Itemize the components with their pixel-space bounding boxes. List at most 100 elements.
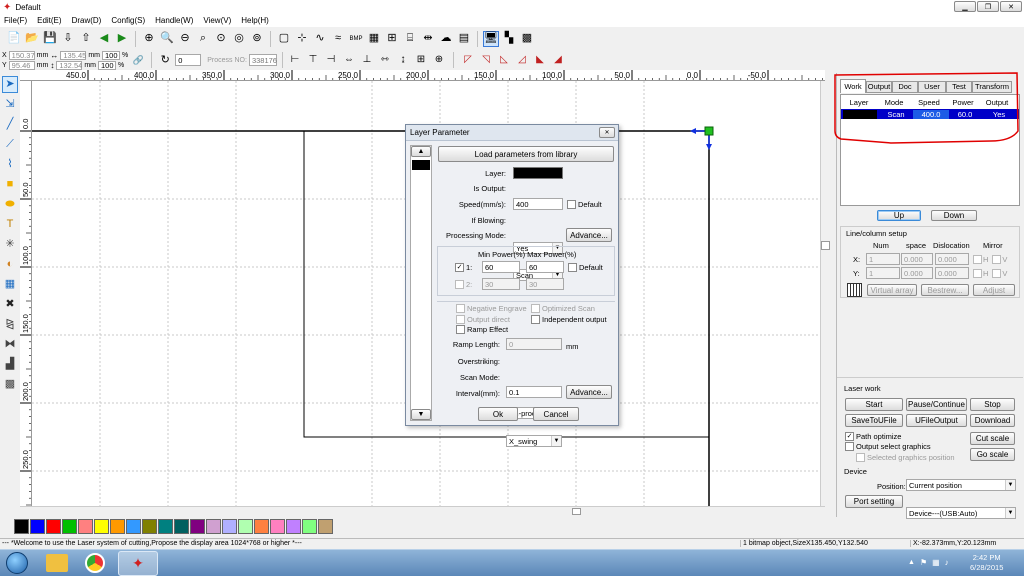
bitmap-tool-icon[interactable]: ◐ <box>2 256 18 273</box>
palette-color-swatch[interactable] <box>254 518 269 534</box>
corner-br-icon[interactable]: ◿ <box>515 52 529 68</box>
corner-bl-icon[interactable]: ◺ <box>497 52 511 68</box>
menu-item-5[interactable]: View(V) <box>203 16 231 25</box>
x-mirror-v-checkbox[interactable] <box>992 255 1002 264</box>
interval-field[interactable]: 0.1 <box>506 386 562 398</box>
smooth-icon[interactable]: ≈ <box>330 31 346 47</box>
curve-icon[interactable]: ∿ <box>312 31 328 47</box>
layer-down-arrow-icon[interactable]: ▼ <box>411 409 431 420</box>
grid-array-icon[interactable]: ▦ <box>2 276 18 293</box>
y-space-field[interactable]: 0.000 <box>901 267 933 279</box>
laser-head-icon[interactable]: ☁ <box>438 31 454 47</box>
y-mirror-h-checkbox[interactable] <box>973 269 982 278</box>
y-dislocation-field[interactable]: 0.000 <box>935 267 969 279</box>
layer-tool-icon[interactable]: ▟ <box>2 356 18 373</box>
array-grid-icon[interactable] <box>847 283 862 297</box>
same-height-icon[interactable]: ↨ <box>396 52 410 68</box>
ufile-output-button[interactable]: UFileOutput <box>906 414 967 427</box>
text-icon[interactable]: T <box>2 216 18 233</box>
zoom-window-icon[interactable]: ⌕ <box>195 31 211 47</box>
palette-color-swatch[interactable] <box>30 518 45 534</box>
zoom-in-2-icon[interactable]: 🔍 <box>159 31 175 47</box>
scan-advance-button[interactable]: Advance... <box>566 385 612 399</box>
x-num-field[interactable]: 1 <box>866 253 900 265</box>
zoom-in-icon[interactable]: ⊕ <box>141 31 157 47</box>
align-icon[interactable]: ⌸ <box>402 31 418 47</box>
corner-br2-icon[interactable]: ◢ <box>551 52 565 68</box>
palette-color-swatch[interactable] <box>270 518 285 534</box>
undo-icon[interactable]: ◀ <box>96 31 112 47</box>
x-mirror-h-checkbox[interactable] <box>973 255 982 264</box>
power-1-checkbox[interactable]: ✓ <box>455 263 464 272</box>
select-arrow-icon[interactable]: ➤ <box>2 76 18 93</box>
independent-output-checkbox[interactable] <box>531 315 540 324</box>
ramp-effect-checkbox[interactable] <box>456 325 465 334</box>
node-select-icon[interactable]: ⇲ <box>2 96 18 113</box>
align-center-icon[interactable]: ⊣ <box>324 52 338 68</box>
ellipse-icon[interactable]: ⬬ <box>2 196 18 213</box>
scan-mode-select[interactable]: X_swing ▼ <box>506 435 562 447</box>
y-mirror-v-checkbox[interactable] <box>992 269 1002 278</box>
rotate-icon[interactable]: ↻ <box>157 52 173 68</box>
load-parameters-button[interactable]: Load parameters from library <box>438 146 614 162</box>
align-left-icon[interactable]: ⊢ <box>288 52 302 68</box>
scale-h-field[interactable]: 100 <box>98 60 117 70</box>
minimize-button[interactable]: ▁ <box>954 1 976 12</box>
polyline-icon[interactable]: ⟋ <box>2 136 18 153</box>
mirror-v-icon[interactable]: ⧓ <box>2 336 18 353</box>
menu-item-1[interactable]: Edit(E) <box>37 16 61 25</box>
palette-color-swatch[interactable] <box>222 518 237 534</box>
port-setting-button[interactable]: Port setting <box>845 495 903 508</box>
network-icon[interactable]: ▦ <box>932 558 940 567</box>
output-select-checkbox[interactable] <box>845 442 854 451</box>
save-to-ufile-button[interactable]: SaveToUFile <box>845 414 903 427</box>
tray-up-arrow-icon[interactable]: ▲ <box>908 559 915 566</box>
palette-color-swatch[interactable] <box>238 518 253 534</box>
max-power-2-field[interactable]: 30 <box>526 278 564 290</box>
virtual-array-button[interactable]: Virtual array <box>867 284 917 296</box>
zoom-all-icon[interactable]: ⊚ <box>249 31 265 47</box>
palette-color-swatch[interactable] <box>318 518 333 534</box>
min-power-1-field[interactable]: 60 <box>482 261 520 273</box>
menu-item-3[interactable]: Config(S) <box>111 16 145 25</box>
palette-color-swatch[interactable] <box>78 518 93 534</box>
x-position-field[interactable]: 150.37 <box>8 50 35 60</box>
min-power-2-field[interactable]: 30 <box>482 278 520 290</box>
menu-item-6[interactable]: Help(H) <box>241 16 269 25</box>
redo-icon[interactable]: ▶ <box>114 31 130 47</box>
palette-color-swatch[interactable] <box>286 518 301 534</box>
close-window-button[interactable]: ✕ <box>1000 1 1022 12</box>
palette-color-swatch[interactable] <box>126 518 141 534</box>
palette-color-swatch[interactable] <box>110 518 125 534</box>
up-button[interactable]: Up <box>877 210 921 221</box>
align-top-icon[interactable]: ⊤ <box>306 52 320 68</box>
bestrew-button[interactable]: Bestrew... <box>921 284 969 296</box>
import-icon[interactable]: ⇩ <box>60 31 76 47</box>
speed-field[interactable]: 400 <box>513 198 563 210</box>
zoom-out-icon[interactable]: ⊖ <box>177 31 193 47</box>
corner-bl2-icon[interactable]: ◣ <box>533 52 547 68</box>
taskbar-clock[interactable]: 2:42 PM 6/28/2015 <box>970 553 1003 573</box>
menu-item-2[interactable]: Draw(D) <box>72 16 102 25</box>
x-dislocation-field[interactable]: 0.000 <box>935 253 969 265</box>
y-num-field[interactable]: 1 <box>866 267 900 279</box>
flag-icon[interactable]: ⚑ <box>920 558 927 567</box>
dialog-close-button[interactable]: ✕ <box>599 127 615 138</box>
palette-color-swatch[interactable] <box>142 518 157 534</box>
position-select[interactable]: Current position ▼ <box>906 479 1016 491</box>
array-icon[interactable]: ▦ <box>366 31 382 47</box>
corner-tr-icon[interactable]: ◹ <box>479 52 493 68</box>
power-2-checkbox[interactable] <box>455 280 464 289</box>
speed-default-checkbox[interactable] <box>567 200 576 209</box>
vertical-scrollbar[interactable] <box>820 81 830 506</box>
palette-color-swatch[interactable] <box>14 518 29 534</box>
explorer-taskbar-icon[interactable] <box>46 554 68 572</box>
start-button[interactable]: Start <box>845 398 903 411</box>
mirror-icon[interactable]: ⇹ <box>420 31 436 47</box>
menu-item-4[interactable]: Handle(W) <box>155 16 193 25</box>
palette-color-swatch[interactable] <box>302 518 317 534</box>
ok-button[interactable]: Ok <box>478 407 518 421</box>
bitmap-icon[interactable]: BMP <box>348 31 364 47</box>
palette-color-swatch[interactable] <box>206 518 221 534</box>
palette-color-swatch[interactable] <box>190 518 205 534</box>
